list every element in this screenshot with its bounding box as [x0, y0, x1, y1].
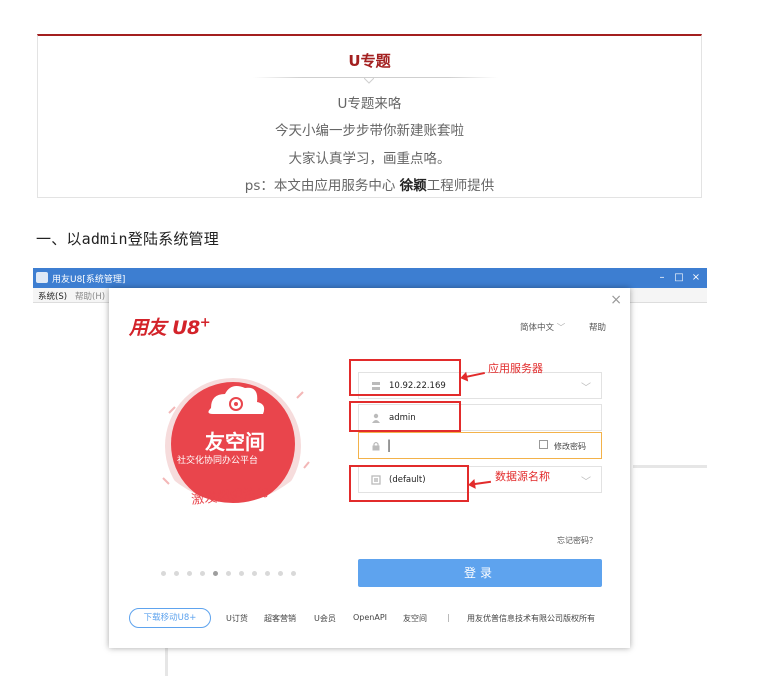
- login-button[interactable]: 登录: [358, 559, 602, 587]
- topic-title: U专题: [348, 52, 391, 70]
- promo-title: 友空间: [205, 430, 265, 454]
- menu-help[interactable]: 帮助(H): [75, 290, 105, 302]
- change-password-checkbox[interactable]: [539, 440, 548, 449]
- footer-link-marketing[interactable]: 超客营销: [264, 613, 296, 624]
- password-field[interactable]: | 修改密码: [358, 432, 602, 459]
- carousel-dot[interactable]: [252, 571, 257, 576]
- chevron-down-icon[interactable]: ﹀: [581, 473, 591, 488]
- footer-link-u-member[interactable]: U会员: [314, 613, 336, 624]
- topic-header-box: U专题 U专题来咯 今天小编一步步带你新建账套啦 大家认真学习，画重点咯。 ps…: [37, 34, 702, 198]
- language-selector[interactable]: 简体中文 ﹀: [520, 321, 565, 333]
- window-title: 用友U8[系统管理]: [52, 275, 126, 285]
- carousel-dot[interactable]: [265, 571, 270, 576]
- chevron-down-icon[interactable]: ﹀: [581, 379, 591, 394]
- carousel-dot[interactable]: [200, 571, 205, 576]
- username-highlight-box: [349, 401, 461, 432]
- footer-link-youkongjian[interactable]: 友空间: [403, 613, 427, 624]
- background-divider: [165, 648, 168, 676]
- help-link[interactable]: 帮助: [589, 321, 606, 333]
- footer-separator: |: [447, 613, 450, 622]
- u8-logo: 用友 U8+: [129, 313, 211, 340]
- carousel-dot[interactable]: [213, 571, 218, 576]
- dialog-footer: 下载移动U8+ U订货 超客营销 U会员 OpenAPI 友空间 | 用友优普信…: [109, 608, 630, 628]
- lock-icon: [372, 441, 380, 451]
- carousel-dot[interactable]: [187, 571, 192, 576]
- slogan-highlight: 组织: [216, 487, 244, 506]
- carousel-dot[interactable]: [239, 571, 244, 576]
- language-label: 简体中文: [520, 323, 555, 333]
- promo-subtitle: 社交化协同办公平台: [177, 456, 259, 466]
- carousel-dot[interactable]: [278, 571, 283, 576]
- change-password-label: 修改密码: [554, 442, 586, 451]
- section-heading: 一、以admin登陆系统管理: [36, 230, 219, 248]
- maximize-button[interactable]: □: [672, 271, 686, 284]
- carousel-dot[interactable]: [174, 571, 179, 576]
- u8-screenshot: 用友U8[系统管理] – □ × 系统(S) 帮助(H) × 用友 U8+ 简体…: [33, 268, 707, 676]
- forgot-password-link[interactable]: 忘记密码？: [557, 535, 597, 546]
- carousel-dot[interactable]: [291, 571, 296, 576]
- intro-line-2: 今天小编一步步带你新建账套啦: [275, 123, 464, 139]
- app-icon: [36, 272, 48, 283]
- chevron-down-icon: ﹀: [556, 323, 566, 333]
- footer-link-u-order[interactable]: U订货: [226, 613, 248, 624]
- carousel-dot[interactable]: [161, 571, 166, 576]
- background-divider: [633, 465, 707, 468]
- menu-system[interactable]: 系统(S): [38, 290, 67, 302]
- window-close-button[interactable]: ×: [689, 271, 703, 284]
- carousel-dot[interactable]: [226, 571, 231, 576]
- divider-notch-icon: [364, 78, 374, 84]
- footer-link-openapi[interactable]: OpenAPI: [353, 613, 387, 622]
- server-annotation: 应用服务器: [488, 362, 543, 375]
- datasource-annotation: 数据源名称: [495, 470, 550, 483]
- credit-line: ps：本文由应用服务中心 徐颖工程师提供: [38, 174, 701, 194]
- credit-name: 徐颖: [399, 178, 427, 194]
- slogan-suffix: 活力: [242, 484, 270, 503]
- password-cursor: |: [387, 438, 392, 452]
- download-mobile-button[interactable]: 下载移动U8+: [129, 608, 211, 628]
- logo-text: 用友 U8: [129, 317, 200, 339]
- logo-plus: +: [199, 315, 211, 331]
- title-divider: [253, 77, 498, 78]
- credit-suffix: 工程师提供: [426, 178, 495, 194]
- footer-copyright: 用友优普信息技术有限公司版权所有: [467, 614, 595, 623]
- minimize-button[interactable]: –: [655, 271, 669, 284]
- slogan-prefix: 激发: [190, 490, 219, 509]
- dialog-close-button[interactable]: ×: [610, 292, 622, 308]
- datasource-highlight-box: [349, 465, 469, 502]
- window-titlebar: 用友U8[系统管理] – □ ×: [33, 268, 707, 288]
- server-highlight-box: [349, 359, 461, 396]
- intro-line-3: 大家认真学习，画重点咯。: [288, 151, 451, 167]
- intro-line-1: U专题来咯: [337, 96, 402, 112]
- carousel-indicator: [161, 571, 311, 579]
- credit-prefix: ps：本文由应用服务中心: [244, 178, 400, 194]
